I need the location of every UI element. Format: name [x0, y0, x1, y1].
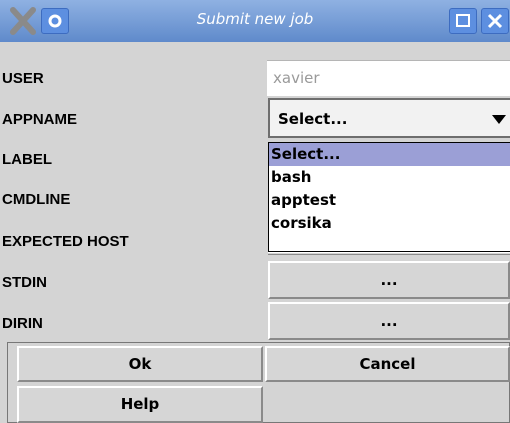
help-button[interactable]: Help — [17, 386, 263, 423]
maximize-icon — [456, 14, 470, 27]
appname-select[interactable]: Select... — [268, 98, 510, 138]
label-stdin: STDIN — [2, 274, 47, 291]
separator — [268, 252, 510, 255]
dirin-browse-button[interactable]: ... — [268, 302, 510, 340]
appname-dropdown-list: Select... bash apptest corsika — [268, 142, 510, 252]
appname-selected-value: Select... — [278, 110, 348, 128]
window-title: Submit new job — [196, 10, 314, 28]
label-cmdline: CMDLINE — [2, 191, 71, 208]
close-button[interactable] — [481, 8, 509, 34]
ok-button[interactable]: Ok — [17, 346, 263, 382]
cancel-button[interactable]: Cancel — [265, 346, 510, 382]
dropdown-arrow-icon — [492, 115, 506, 124]
title-bar: Submit new job — [0, 0, 510, 42]
label-dirin: DIRIN — [2, 315, 43, 332]
label-user: USER — [2, 70, 44, 87]
dropdown-option[interactable]: corsika — [269, 212, 510, 235]
user-field[interactable]: xavier — [267, 60, 510, 96]
label-appname: APPNAME — [2, 111, 78, 128]
dropdown-option[interactable]: bash — [269, 166, 510, 189]
label-expected-host: EXPECTED HOST — [2, 233, 129, 250]
close-icon — [487, 13, 503, 29]
stdin-browse-button[interactable]: ... — [268, 261, 510, 299]
dropdown-option[interactable]: apptest — [269, 189, 510, 212]
maximize-button[interactable] — [449, 8, 477, 34]
dropdown-option[interactable]: Select... — [269, 143, 510, 166]
label-label: LABEL — [2, 151, 52, 168]
